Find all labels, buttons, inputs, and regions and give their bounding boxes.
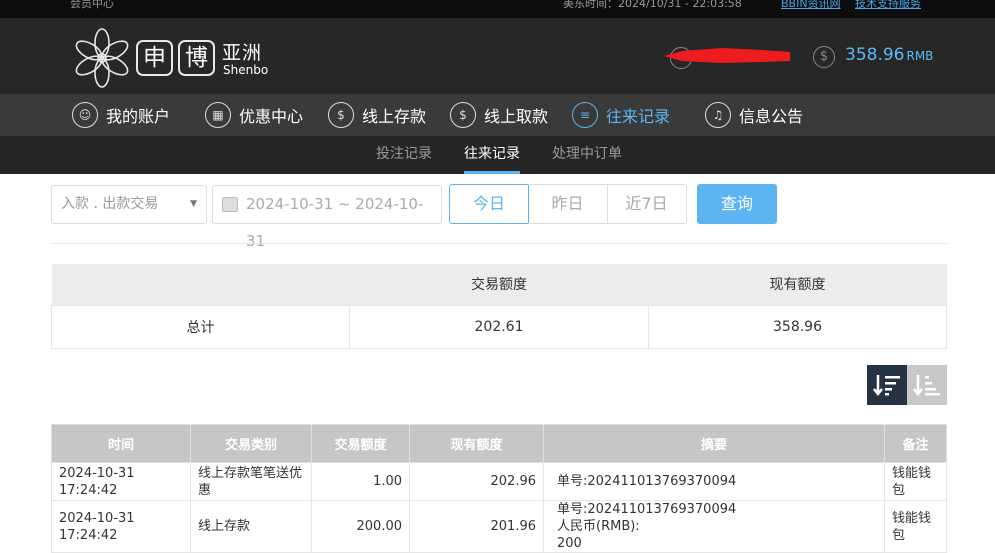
- nav-online-deposit[interactable]: $ 线上存款: [328, 94, 426, 136]
- summary-line: 人民币(RMB):: [557, 519, 640, 534]
- nav-my-account[interactable]: ☺ 我的账户: [72, 94, 170, 136]
- cell-note: 钱能钱包: [884, 500, 947, 553]
- summary-row: 总计 202.61 358.96: [51, 304, 947, 349]
- cell-balance: 201.96: [409, 500, 544, 553]
- redacted-username: [664, 48, 790, 63]
- date-range-value: 2024-10-31 ~ 2024-10-31: [246, 195, 424, 250]
- summary-table: 交易额度 现有额度 总计 202.61 358.96: [51, 264, 947, 349]
- account-balance: 358.96 RMB: [845, 45, 933, 65]
- sort-descending-button[interactable]: [867, 365, 907, 405]
- flower-logo-icon: [75, 28, 129, 88]
- col-type: 交易类别: [190, 424, 312, 463]
- today-button[interactable]: 今日: [449, 184, 529, 224]
- select-value: 入款 . 出款交易: [61, 196, 159, 212]
- query-button[interactable]: 查询: [697, 184, 777, 224]
- nav-label: 优惠中心: [239, 107, 304, 126]
- gift-icon: ▦: [205, 102, 231, 128]
- col-note: 备注: [884, 424, 947, 463]
- caret-down-icon: ▼: [190, 199, 197, 209]
- nav-label: 信息公告: [739, 107, 804, 126]
- summary-header-amount: 交易额度: [349, 264, 649, 305]
- nav-promotions[interactable]: ▦ 优惠中心: [205, 94, 303, 136]
- site-logo[interactable]: 申 博 亚洲 Shenbo: [72, 28, 272, 88]
- logo-char-shen: 申: [136, 40, 173, 76]
- member-center-link[interactable]: 会员中心: [70, 0, 114, 11]
- cell-amount: 200.00: [311, 500, 410, 553]
- logo-brand: 亚洲: [222, 42, 263, 64]
- sub-nav: 投注记录 往来记录 处理中订单: [0, 136, 995, 174]
- tab-pending-orders[interactable]: 处理中订单: [552, 136, 622, 174]
- tab-transaction-records[interactable]: 往来记录: [464, 136, 520, 174]
- cell-amount: 1.00: [311, 462, 410, 501]
- summary-label: 总计: [51, 304, 350, 349]
- summary-line: 单号:202411013769370094: [557, 474, 737, 489]
- balance-unit: RMB: [906, 49, 934, 63]
- tab-bet-records[interactable]: 投注记录: [376, 136, 432, 174]
- nav-label: 线上存款: [362, 107, 427, 126]
- logo-brand-en: Shenbo: [223, 63, 269, 77]
- cell-type: 线上存款笔笔送优惠: [190, 462, 312, 501]
- yesterday-button[interactable]: 昨日: [528, 184, 608, 224]
- header: 申 博 亚洲 Shenbo $ 358.96 RMB: [0, 18, 995, 94]
- dollar-icon: $: [813, 46, 835, 68]
- cell-summary: 单号:202411013769370094: [543, 462, 885, 501]
- server-time: 美东时间：2024/10/31 - 22:03:58: [563, 0, 742, 10]
- col-amount: 交易额度: [311, 424, 410, 463]
- cell-time: 2024-10-31 17:24:42: [51, 500, 191, 553]
- transactions-header-row: 时间 交易类别 交易额度 现有额度 摘要 备注: [51, 424, 947, 463]
- table-row: 2024-10-31 17:24:42 线上存款 200.00 201.96 单…: [51, 500, 947, 553]
- table-row: 2024-10-31 17:24:42 线上存款笔笔送优惠 1.00 202.9…: [51, 462, 947, 501]
- cell-type: 线上存款: [190, 500, 312, 553]
- sort-ascending-button[interactable]: [907, 365, 947, 405]
- transaction-type-select[interactable]: 入款 . 出款交易 ▼: [51, 185, 207, 224]
- nav-records[interactable]: ≡ 往来记录: [572, 94, 670, 136]
- summary-header-empty: [51, 264, 350, 305]
- cell-note: 钱能钱包: [884, 462, 947, 501]
- tech-support-link[interactable]: 技术支持服务: [855, 0, 921, 11]
- summary-line: 200: [557, 536, 582, 551]
- summary-header-balance: 现有额度: [648, 264, 947, 305]
- balance-value: 358.96: [845, 45, 905, 65]
- col-time: 时间: [51, 424, 191, 463]
- deposit-icon: $: [328, 102, 354, 128]
- bbin-news-link[interactable]: BBIN资讯网: [781, 0, 841, 11]
- summary-balance: 358.96: [648, 304, 947, 349]
- sort-ascending-icon: [913, 375, 940, 397]
- nav-label: 往来记录: [606, 107, 671, 126]
- divider: [51, 243, 947, 244]
- nav-online-withdraw[interactable]: $ 线上取款: [450, 94, 548, 136]
- summary-line: 单号:202411013769370094: [557, 502, 737, 517]
- bell-icon: ♫: [705, 102, 731, 128]
- date-range-input[interactable]: 2024-10-31 ~ 2024-10-31: [212, 185, 442, 250]
- last-7-days-button[interactable]: 近7日: [607, 184, 687, 224]
- summary-amount: 202.61: [349, 304, 649, 349]
- cell-balance: 202.96: [409, 462, 544, 501]
- withdraw-icon: $: [450, 102, 476, 128]
- col-balance: 现有额度: [409, 424, 544, 463]
- user-icon: ☺: [72, 102, 98, 128]
- nav-announcements[interactable]: ♫ 信息公告: [705, 94, 803, 136]
- sort-descending-icon: [873, 375, 900, 397]
- calendar-icon: [222, 197, 238, 212]
- transactions-table: 时间 交易类别 交易额度 现有额度 摘要 备注 2024-10-31 17:24…: [51, 424, 947, 553]
- summary-header-row: 交易额度 现有额度: [51, 264, 947, 305]
- top-bar: 会员中心 美东时间：2024/10/31 - 22:03:58 BBIN资讯网 …: [0, 0, 995, 18]
- logo-char-bo: 博: [178, 40, 215, 76]
- main-nav: ☺ 我的账户 ▦ 优惠中心 $ 线上存款 $ 线上取款 ≡ 往来记录 ♫ 信息公…: [0, 94, 995, 136]
- nav-label: 我的账户: [106, 107, 171, 126]
- records-icon: ≡: [572, 102, 598, 128]
- col-summary: 摘要: [543, 424, 885, 463]
- cell-summary: 单号:202411013769370094 人民币(RMB): 200: [543, 500, 885, 553]
- nav-label: 线上取款: [484, 107, 549, 126]
- cell-time: 2024-10-31 17:24:42: [51, 462, 191, 501]
